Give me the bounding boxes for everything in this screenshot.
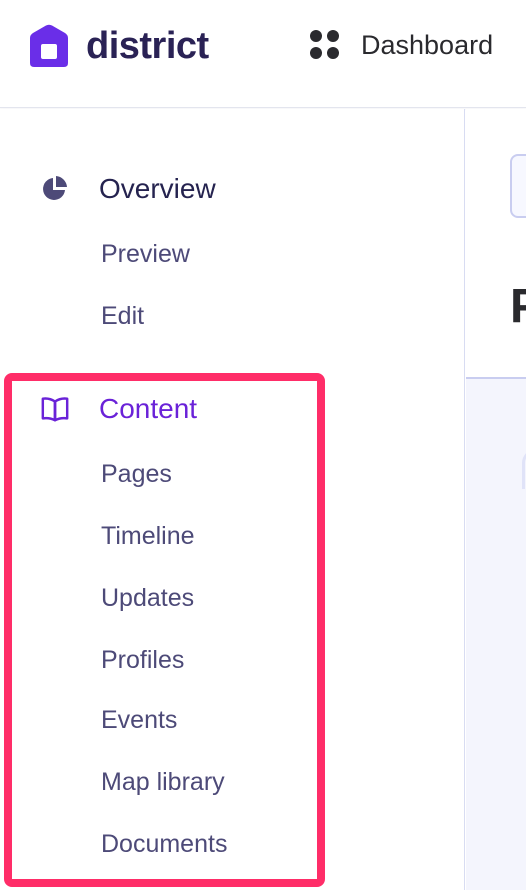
sidebar-item-timeline[interactable]: Timeline bbox=[101, 519, 195, 553]
dashboard-label: Dashboard bbox=[361, 30, 494, 60]
sidebar: Overview Preview Edit Content Pages Time… bbox=[0, 109, 465, 890]
main-content-area: P bbox=[466, 109, 526, 890]
house-icon bbox=[30, 24, 68, 67]
book-open-icon bbox=[40, 394, 70, 424]
logo-text: district bbox=[86, 25, 209, 67]
main-lower-panel bbox=[466, 379, 526, 890]
sidebar-item-overview-label: Overview bbox=[99, 173, 216, 204]
sidebar-item-edit[interactable]: Edit bbox=[101, 299, 144, 333]
sidebar-item-updates[interactable]: Updates bbox=[101, 581, 194, 615]
sidebar-item-content-label: Content bbox=[99, 393, 198, 424]
sidebar-item-events[interactable]: Events bbox=[101, 703, 177, 737]
sidebar-item-map-library[interactable]: Map library bbox=[101, 765, 225, 799]
sidebar-item-documents[interactable]: Documents bbox=[101, 827, 227, 861]
top-header: district Dashboard bbox=[0, 0, 526, 108]
sidebar-item-profiles[interactable]: Profiles bbox=[101, 643, 184, 677]
sidebar-item-pages[interactable]: Pages bbox=[101, 457, 172, 491]
panel-card bbox=[522, 449, 526, 489]
dashboard-link[interactable]: Dashboard bbox=[310, 28, 493, 62]
page-title: P bbox=[510, 277, 526, 337]
dots-grid-icon bbox=[310, 30, 340, 60]
sidebar-item-preview[interactable]: Preview bbox=[101, 237, 190, 271]
district-logo[interactable]: district bbox=[26, 24, 209, 68]
main-search-input[interactable] bbox=[510, 154, 526, 218]
pie-chart-icon bbox=[40, 174, 70, 204]
